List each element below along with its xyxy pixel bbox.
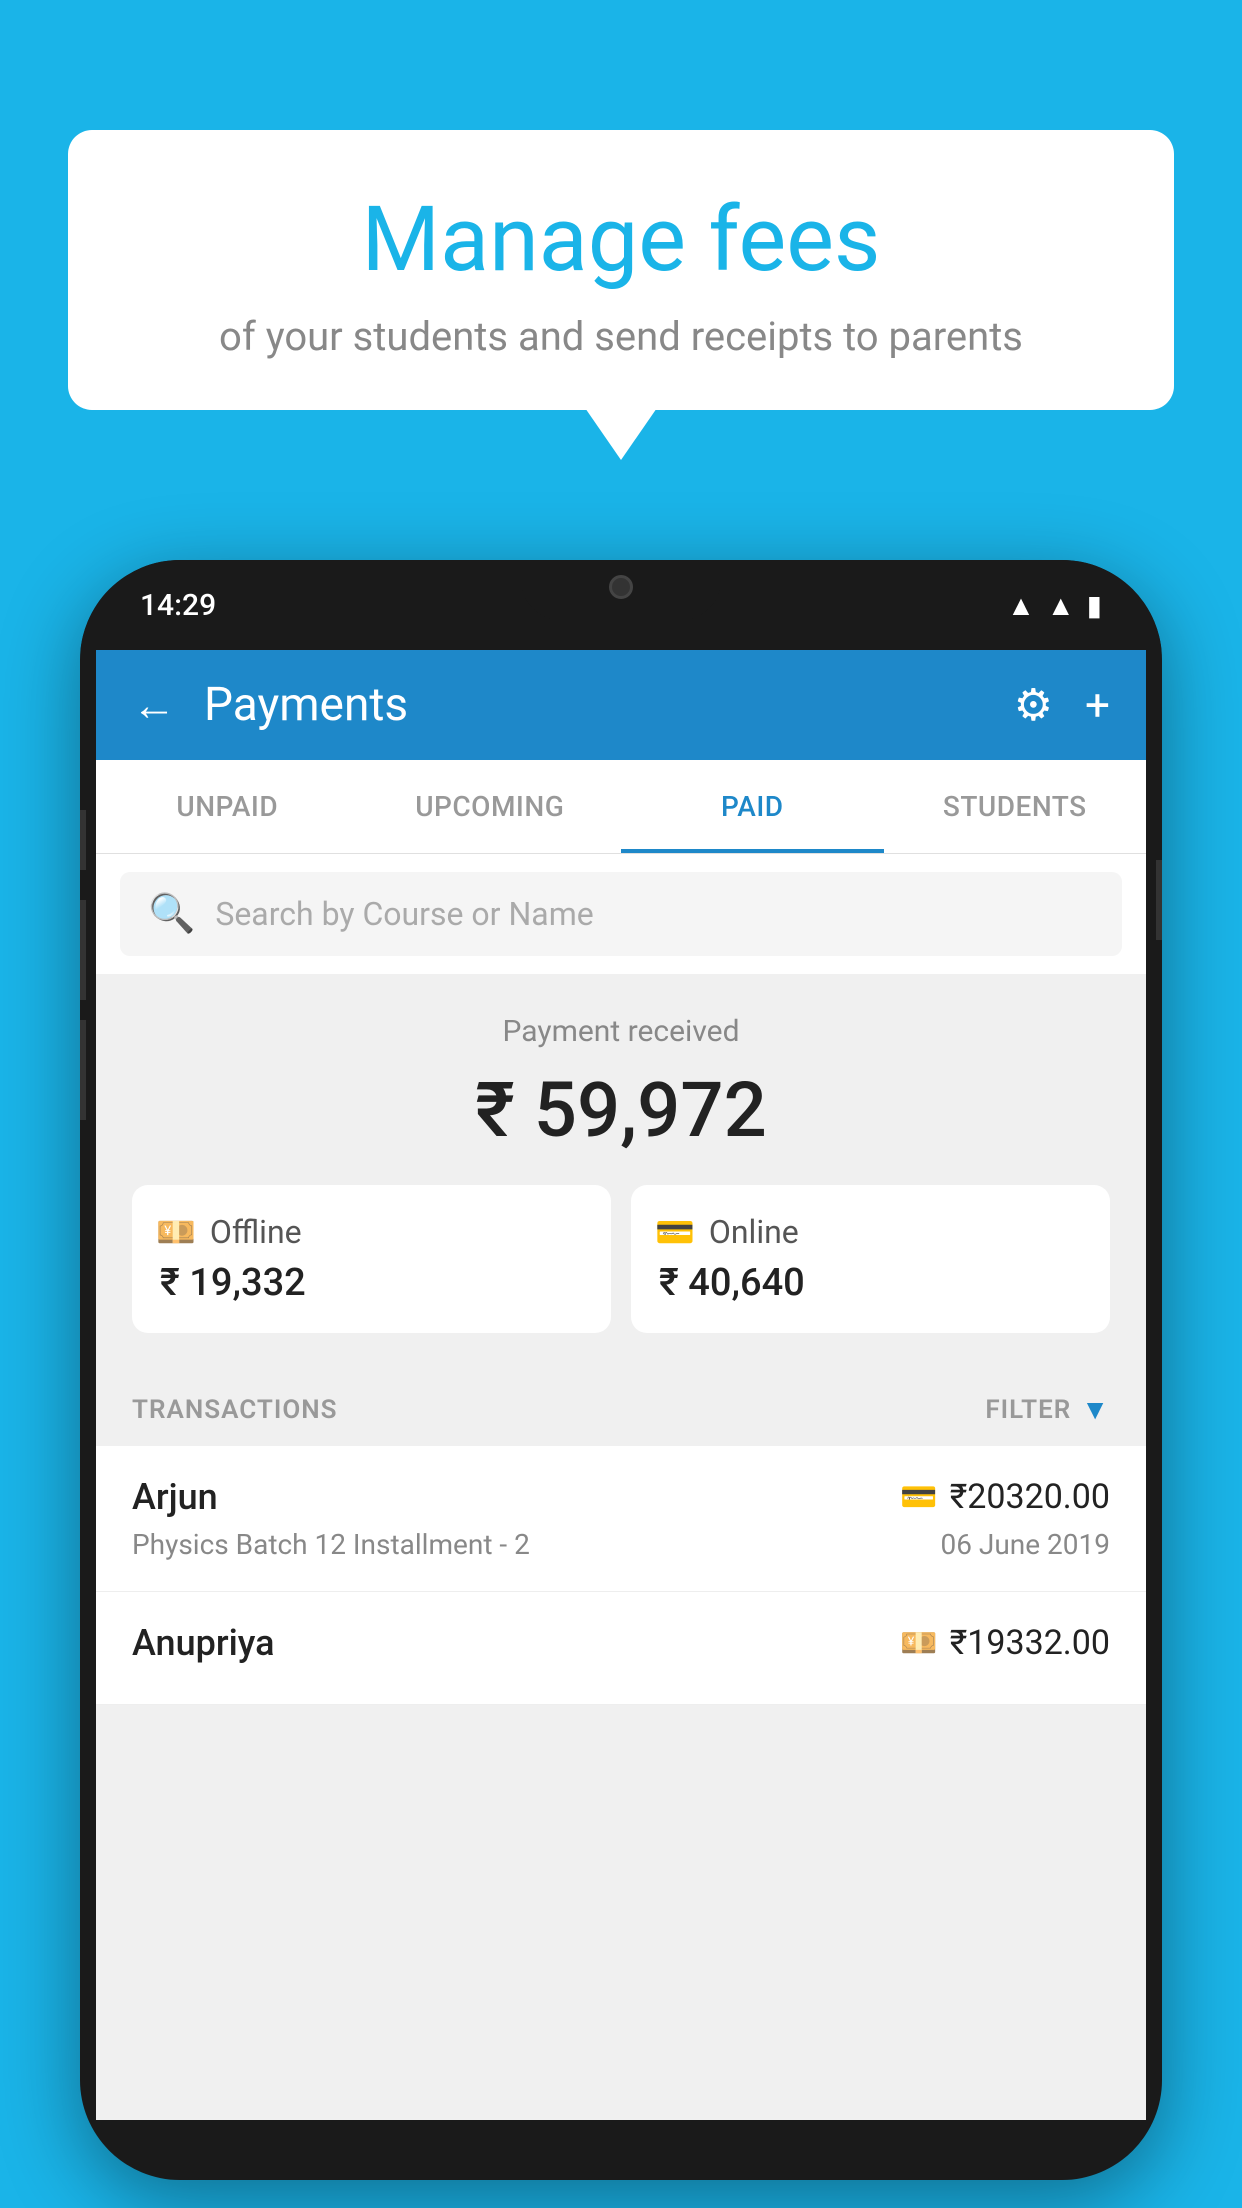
app-bar: ← Payments ⚙ + [96,650,1146,760]
offline-label: Offline [210,1213,302,1251]
speech-bubble: Manage fees of your students and send re… [68,130,1174,410]
tab-upcoming[interactable]: UPCOMING [359,760,622,853]
tabs-bar: UNPAID UPCOMING PAID STUDENTS [96,760,1146,854]
phone-power-button [1156,860,1162,940]
transaction-amount: ₹19332.00 [950,1623,1110,1663]
offline-amount: ₹ 19,332 [156,1261,306,1305]
status-bar: 14:29 ▲ ▲ ▮ [80,560,1162,650]
transaction-amount: ₹20320.00 [950,1477,1110,1517]
payment-cards: 💴 Offline ₹ 19,332 💳 Online ₹ 40,640 [132,1185,1110,1333]
transaction-amount-row: 💴 ₹19332.00 [900,1623,1110,1663]
online-amount: ₹ 40,640 [655,1261,805,1305]
phone-volume-up-button [80,900,86,1000]
search-bar[interactable]: 🔍 Search by Course or Name [120,872,1122,956]
bubble-title: Manage fees [118,190,1124,289]
transaction-row[interactable]: Arjun 💳 ₹20320.00 Physics Batch 12 Insta… [96,1446,1146,1592]
transactions-label: TRANSACTIONS [132,1395,338,1425]
settings-icon[interactable]: ⚙ [1014,679,1053,731]
transaction-row-bottom: Physics Batch 12 Installment - 2 06 June… [132,1528,1110,1561]
status-icons: ▲ ▲ ▮ [1007,589,1102,622]
signal-icon: ▲ [1047,589,1075,622]
online-label: Online [709,1213,799,1251]
online-payment-card: 💳 Online ₹ 40,640 [631,1185,1110,1333]
add-icon[interactable]: + [1085,679,1110,731]
tab-unpaid[interactable]: UNPAID [96,760,359,853]
front-camera [609,575,633,599]
phone-frame: 14:29 ▲ ▲ ▮ ← Payments ⚙ + UNPAID UPCOM [80,560,1162,2180]
online-card-header: 💳 Online [655,1213,799,1251]
search-placeholder-text: Search by Course or Name [215,895,593,933]
transaction-name: Anupriya [132,1622,275,1664]
wifi-icon: ▲ [1007,589,1035,622]
transaction-name: Arjun [132,1476,218,1518]
app-bar-actions: ⚙ + [1014,679,1110,731]
battery-icon: ▮ [1087,589,1102,622]
payment-type-icon: 💳 [900,1480,937,1515]
payment-type-icon: 💴 [900,1626,937,1661]
filter-button[interactable]: FILTER ▼ [985,1393,1110,1426]
phone-volume-down-button [80,1020,86,1120]
search-icon: 🔍 [148,892,195,936]
offline-icon: 💴 [156,1213,196,1251]
filter-label: FILTER [985,1395,1071,1425]
app-title: Payments [204,678,986,732]
transactions-header: TRANSACTIONS FILTER ▼ [96,1363,1146,1446]
phone-screen: ← Payments ⚙ + UNPAID UPCOMING PAID STUD… [96,650,1146,2120]
search-container: 🔍 Search by Course or Name [96,854,1146,974]
transaction-row-top: Arjun 💳 ₹20320.00 [132,1476,1110,1518]
offline-payment-card: 💴 Offline ₹ 19,332 [132,1185,611,1333]
transaction-amount-row: 💳 ₹20320.00 [900,1477,1110,1517]
transaction-detail: Physics Batch 12 Installment - 2 [132,1528,530,1561]
payment-summary: Payment received ₹ 59,972 💴 Offline ₹ 19… [96,974,1146,1363]
filter-icon: ▼ [1081,1393,1110,1426]
phone-silent-button [80,810,86,870]
online-icon: 💳 [655,1213,695,1251]
transaction-date: 06 June 2019 [940,1528,1110,1561]
transaction-list: Arjun 💳 ₹20320.00 Physics Batch 12 Insta… [96,1446,1146,1705]
status-time: 14:29 [140,588,216,623]
tab-paid[interactable]: PAID [621,760,884,853]
offline-card-header: 💴 Offline [156,1213,302,1251]
payment-total-amount: ₹ 59,972 [132,1065,1110,1155]
tab-students[interactable]: STUDENTS [884,760,1147,853]
phone-notch [521,560,721,620]
bubble-subtitle: of your students and send receipts to pa… [118,313,1124,360]
payment-received-label: Payment received [132,1014,1110,1049]
transaction-row[interactable]: Anupriya 💴 ₹19332.00 [96,1592,1146,1705]
back-button[interactable]: ← [132,679,176,731]
transaction-row-top: Anupriya 💴 ₹19332.00 [132,1622,1110,1664]
